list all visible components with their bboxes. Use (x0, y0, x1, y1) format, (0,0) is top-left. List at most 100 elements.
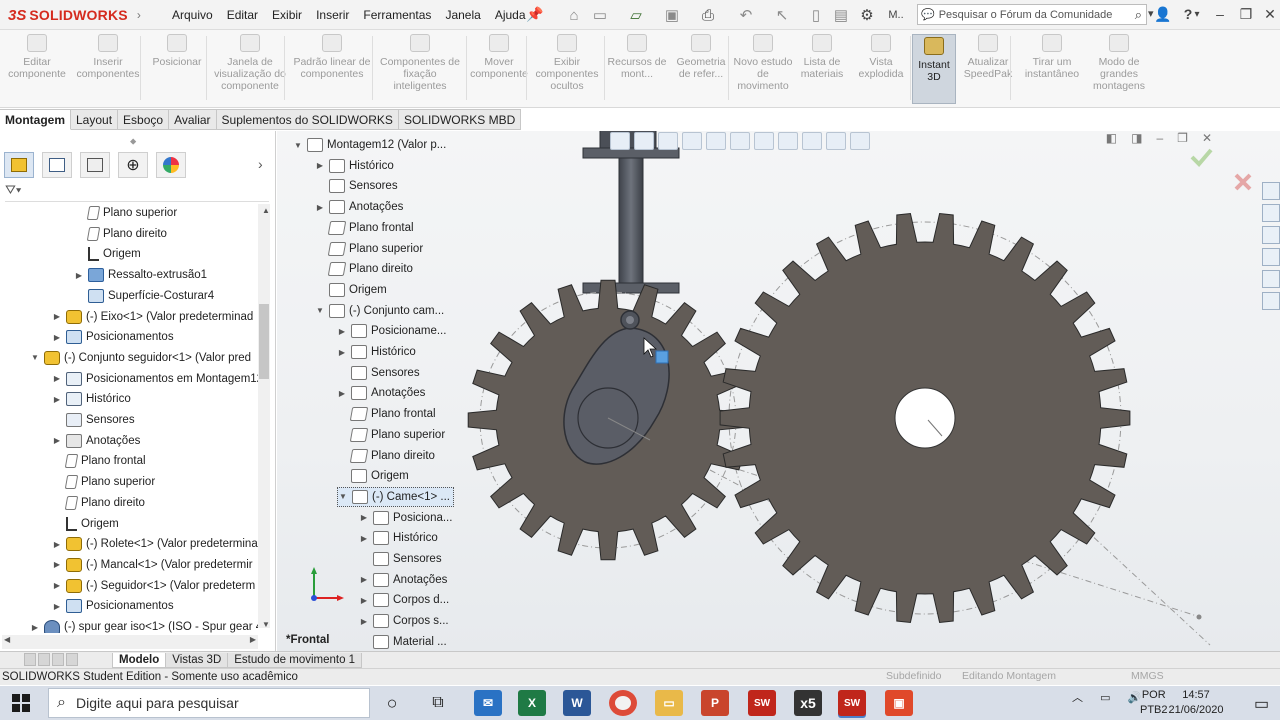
vp-minimize-icon[interactable]: – (1156, 131, 1163, 145)
flyout-item[interactable]: Sensores (359, 549, 442, 569)
keyboard-language[interactable]: POR PTB2 (1140, 688, 1168, 718)
word-app-icon[interactable]: W (563, 690, 591, 716)
flyout-item[interactable]: ▶ Posiciona... (359, 508, 452, 528)
dynamic-annotation-icon[interactable] (706, 132, 726, 150)
flyout-item[interactable]: ▼ Montagem12 (Valor p... (293, 135, 446, 155)
options-gear-icon[interactable]: ⚙ (856, 5, 878, 25)
expand-arrow-icon[interactable]: ▶ (52, 560, 62, 569)
feature-manager-tab-icon[interactable] (4, 152, 34, 178)
ribbon-button-0[interactable]: Editar componente (6, 34, 68, 80)
panel-collapse-handle[interactable]: ⬥ (130, 136, 136, 147)
previous-view-icon[interactable] (658, 132, 678, 150)
tree-item[interactable]: ▶ Posicionamentos (52, 596, 174, 616)
ribbon-button-5[interactable]: Componentes de fixação inteligentes (378, 34, 462, 92)
expand-arrow-icon[interactable]: ▶ (359, 513, 369, 522)
ribbon-button-2[interactable]: Posicionar (146, 34, 208, 68)
traffic-light-icon[interactable]: ▯ (806, 5, 826, 25)
tab-scroll-buttons[interactable] (24, 652, 108, 668)
ribbon-button-10[interactable]: Novo estudo de movimento (732, 34, 794, 92)
command-tab-2[interactable]: Esboço (118, 109, 170, 130)
expand-arrow-icon[interactable]: ▶ (315, 161, 325, 170)
tree-item[interactable]: ▶ (-) Seguidor<1> (Valor predeterm (52, 576, 255, 596)
expand-arrow-icon[interactable]: ▼ (315, 306, 325, 315)
custom-properties-icon[interactable] (1262, 292, 1280, 310)
flyout-item[interactable]: ▶ Anotações (359, 570, 447, 590)
tree-item[interactable]: ▶ Posicionamentos (52, 327, 174, 347)
menu-0[interactable]: Arquivo (165, 8, 220, 22)
ribbon-button-16[interactable]: Modo de grandes montagens (1090, 34, 1148, 92)
file-explorer-app-icon[interactable]: ▭ (655, 690, 683, 716)
flyout-item[interactable]: Plano superior (337, 425, 445, 445)
minimize-icon[interactable]: – (1208, 3, 1232, 25)
section-view-icon[interactable] (682, 132, 702, 150)
ribbon-button-4[interactable]: Padrão linear de componentes (288, 34, 376, 80)
tree-item[interactable]: Origem (74, 244, 141, 264)
flyout-item[interactable]: Material ... (359, 632, 447, 652)
network-icon[interactable]: ▭ (1100, 692, 1110, 704)
search-input[interactable]: Pesquisar o Fórum da Comunidade (939, 9, 1113, 21)
search-icon[interactable]: ⌕ (1135, 7, 1142, 23)
flyout-item[interactable]: ▶ Corpos s... (359, 611, 449, 631)
save-icon[interactable]: ▣ (660, 5, 684, 25)
expand-arrow-icon[interactable]: ▼ (293, 141, 303, 150)
tree-item[interactable]: Plano direito (52, 493, 145, 513)
tree-item[interactable]: Superfície-Costurar4 (74, 286, 214, 306)
solidworks-logo[interactable]: 3S SOLIDWORKS › (8, 4, 143, 26)
flyout-item[interactable]: ▶ Histórico (359, 528, 438, 548)
community-search[interactable]: 💬 Pesquisar o Fórum da Comunidade ⌕ (917, 4, 1147, 25)
ribbon-button-15[interactable]: Tirar um instantâneo (1018, 34, 1086, 80)
ribbon-button-9[interactable]: Geometria de refer... (670, 34, 732, 80)
bottom-tab-2[interactable]: Estudo de movimento 1 (227, 652, 363, 668)
bottom-tab-1[interactable]: Vistas 3D (165, 652, 229, 668)
expand-arrow-icon[interactable]: ▶ (337, 348, 347, 357)
ribbon-button-14[interactable]: Atualizar SpeedPak (960, 34, 1016, 80)
status-units[interactable]: MMGS (1131, 669, 1164, 684)
tile-left-icon[interactable]: ◧ (1106, 131, 1117, 145)
expand-arrow-icon[interactable]: ▶ (359, 534, 369, 543)
appearances-icon[interactable] (1262, 270, 1280, 288)
design-library-icon[interactable] (1262, 204, 1280, 222)
tree-item[interactable]: ▶ Posicionamentos em Montagem12 (52, 369, 258, 389)
expand-arrow-icon[interactable]: ▶ (52, 581, 62, 590)
solidworks-2018-app-icon[interactable]: SW (748, 690, 776, 716)
tree-item[interactable]: ▶ Anotações (52, 431, 140, 451)
selection-handle[interactable] (655, 350, 669, 364)
cancel-x-icon[interactable] (1234, 173, 1252, 191)
view-settings-icon[interactable] (850, 132, 870, 150)
flyout-item[interactable]: Sensores (337, 363, 420, 383)
restore-icon[interactable]: ❐ (1234, 3, 1258, 25)
expand-arrow-icon[interactable]: ▶ (52, 333, 62, 342)
expand-arrow-icon[interactable]: ▼ (30, 353, 40, 362)
property-manager-tab-icon[interactable] (42, 152, 72, 178)
flyout-item[interactable]: Sensores (315, 176, 398, 196)
tree-item[interactable]: ▶ Histórico (52, 389, 131, 409)
tree-item[interactable]: ▶ Ressalto-extrusão1 (74, 265, 207, 285)
flyout-item[interactable]: ▼ (-) Came<1> ... (337, 486, 454, 507)
expand-arrow-icon[interactable]: ▶ (52, 436, 62, 445)
panel-next-arrow-icon[interactable]: › (258, 156, 263, 172)
undo-icon[interactable]: ↶ (734, 5, 758, 25)
tree-item[interactable]: Plano direito (74, 224, 167, 244)
taskbar-search-input[interactable]: Digite aqui para pesquisar (76, 695, 239, 711)
overflow-button[interactable]: M.. (880, 5, 912, 25)
ribbon-button-6[interactable]: Mover componente (470, 34, 528, 80)
apply-scene-icon[interactable] (826, 132, 846, 150)
powerpoint-app-icon[interactable]: P (701, 690, 729, 716)
menu-3[interactable]: Inserir (309, 8, 356, 22)
flyout-item[interactable]: Plano direito (315, 259, 413, 279)
tree-item[interactable]: ▼ (-) Conjunto seguidor<1> (Valor pred (30, 348, 251, 368)
flyout-item[interactable]: ▼ (-) Conjunto cam... (315, 301, 444, 321)
file-properties-icon[interactable]: ▤ (830, 5, 852, 25)
command-tab-5[interactable]: SOLIDWORKS MBD (398, 109, 522, 130)
paint-app-icon[interactable]: ▣ (885, 690, 913, 716)
scroll-up-icon[interactable]: ▲ (262, 206, 270, 215)
user-icon[interactable]: 👤 (1151, 3, 1175, 25)
expand-arrow-icon[interactable]: ▶ (52, 395, 62, 404)
menu-4[interactable]: Ferramentas (356, 8, 438, 22)
ribbon-button-13[interactable]: Instant 3D (912, 34, 956, 104)
vp-restore-icon[interactable]: ❐ (1177, 131, 1188, 145)
tree-item[interactable]: ▶ (-) spur gear iso<1> (ISO - Spur gear 4… (30, 617, 258, 633)
expand-arrow-icon[interactable]: ▶ (337, 327, 347, 336)
scroll-down-icon[interactable]: ▼ (262, 620, 270, 629)
dimxpert-tab-icon[interactable]: ⊕ (118, 152, 148, 178)
